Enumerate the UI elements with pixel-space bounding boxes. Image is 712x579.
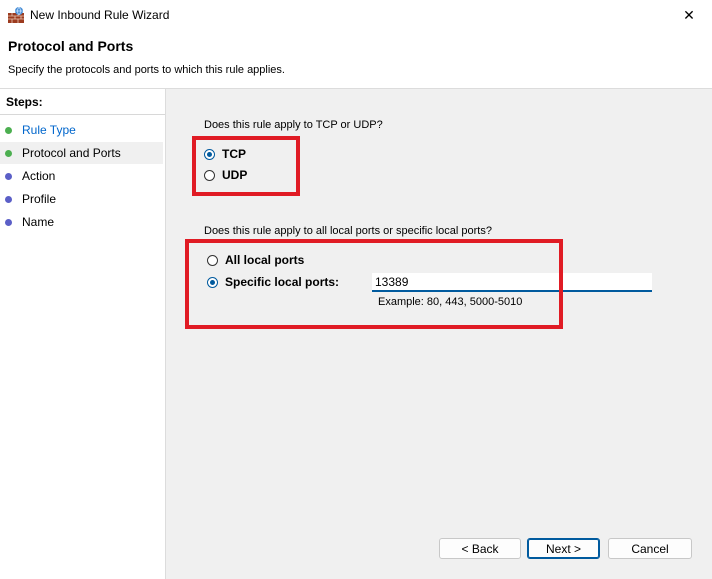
radio-unselected-icon <box>204 169 215 181</box>
step-status-icon <box>5 127 12 134</box>
protocol-question: Does this rule apply to TCP or UDP? <box>204 119 383 131</box>
page-title: Protocol and Ports <box>8 38 134 54</box>
step-status-icon <box>5 219 12 226</box>
window-title: New Inbound Rule Wizard <box>30 8 170 22</box>
step-protocol-and-ports: Protocol and Ports <box>0 142 163 164</box>
step-name: Name <box>0 211 163 233</box>
firewall-icon <box>8 6 24 23</box>
udp-radio[interactable]: UDP <box>204 168 247 182</box>
protocol-highlight-box <box>192 136 300 196</box>
step-label: Profile <box>22 192 57 206</box>
radio-label: TCP <box>222 147 246 161</box>
step-label: Protocol and Ports <box>22 146 121 160</box>
specific-ports-input[interactable] <box>372 273 652 292</box>
main-content: Does this rule apply to TCP or UDP? TCP … <box>166 89 712 579</box>
radio-label: Specific local ports: <box>225 275 340 289</box>
ports-example-hint: Example: 80, 443, 5000-5010 <box>378 296 523 308</box>
ports-question: Does this rule apply to all local ports … <box>204 225 492 237</box>
radio-label: All local ports <box>225 253 305 267</box>
step-status-icon <box>5 150 12 157</box>
specific-local-ports-radio[interactable]: Specific local ports: <box>207 275 339 289</box>
radio-selected-icon <box>207 276 218 288</box>
back-button[interactable]: < Back <box>439 538 521 559</box>
radio-label: UDP <box>222 168 248 182</box>
cancel-button[interactable]: Cancel <box>608 538 692 559</box>
steps-panel: Steps: Rule Type Protocol and Ports Acti… <box>0 89 166 579</box>
next-button[interactable]: Next > <box>527 538 600 559</box>
close-button[interactable]: ✕ <box>666 0 712 30</box>
step-action: Action <box>0 165 163 187</box>
radio-selected-icon <box>204 148 215 160</box>
all-local-ports-radio[interactable]: All local ports <box>207 253 304 267</box>
tcp-radio[interactable]: TCP <box>204 147 246 161</box>
title-bar: New Inbound Rule Wizard ✕ <box>0 0 712 30</box>
radio-unselected-icon <box>207 254 218 266</box>
page-description: Specify the protocols and ports to which… <box>8 64 285 76</box>
close-icon: ✕ <box>683 6 695 23</box>
step-label: Action <box>22 169 56 183</box>
step-label: Rule Type <box>22 123 76 137</box>
step-profile: Profile <box>0 188 163 210</box>
step-status-icon <box>5 196 12 203</box>
steps-title: Steps: <box>0 95 165 115</box>
step-rule-type[interactable]: Rule Type <box>0 119 163 141</box>
step-label: Name <box>22 215 55 229</box>
wizard-header: Protocol and Ports Specify the protocols… <box>0 30 712 89</box>
step-status-icon <box>5 173 12 180</box>
